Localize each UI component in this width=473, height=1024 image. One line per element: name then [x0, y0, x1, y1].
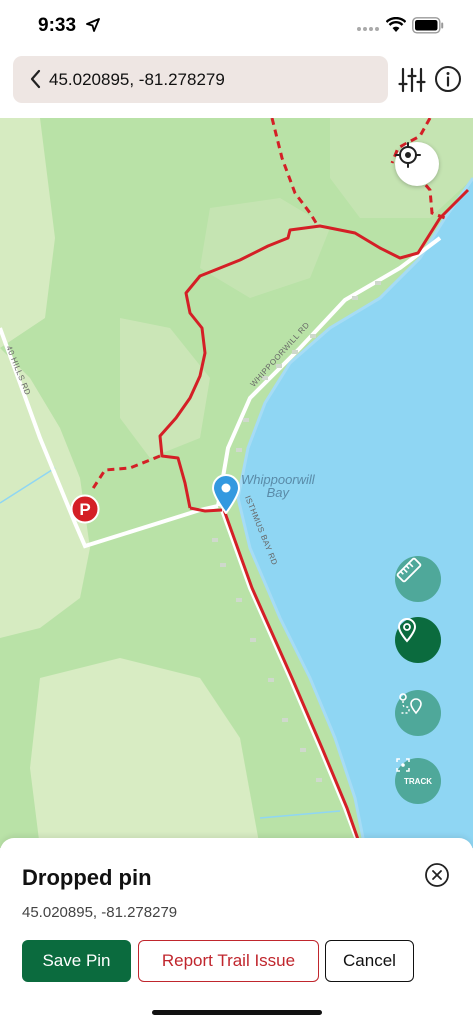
dropped-pin-sheet: Dropped pin 45.020895, -81.278279 Save P… — [0, 838, 473, 1024]
report-trail-issue-button[interactable]: Report Trail Issue — [138, 940, 319, 982]
parking-icon[interactable]: P — [70, 494, 100, 524]
sheet-coordinates: 45.020895, -81.278279 — [22, 904, 178, 921]
status-bar: 9:33 — [0, 0, 473, 52]
track-icon — [396, 758, 410, 772]
battery-icon — [412, 17, 444, 34]
status-time: 9:33 — [38, 15, 77, 36]
save-pin-button[interactable]: Save Pin — [22, 940, 131, 982]
track-button[interactable]: TRACK — [395, 758, 441, 804]
track-label: TRACK — [404, 776, 432, 786]
close-circle-icon[interactable] — [424, 862, 450, 888]
locate-me-icon — [395, 142, 421, 168]
signal-icon — [357, 27, 379, 31]
map-pin-icon[interactable] — [211, 474, 241, 514]
pin-icon — [397, 618, 417, 643]
home-indicator — [152, 1010, 322, 1015]
parking-label: P — [79, 500, 90, 519]
filter-sliders-icon[interactable] — [398, 66, 426, 94]
chevron-left-icon[interactable] — [27, 68, 45, 90]
drop-pin-button[interactable] — [395, 617, 441, 663]
map-view[interactable]: Whippoorwill Bay 40 HILLS RD WHIPPOORWIL… — [0, 118, 473, 848]
search-input[interactable]: 45.020895, -81.278279 — [13, 56, 388, 103]
info-icon[interactable] — [434, 65, 462, 93]
locate-me-button[interactable] — [395, 142, 439, 186]
location-arrow-icon — [86, 18, 100, 32]
wifi-icon — [386, 17, 406, 32]
route-icon — [399, 693, 422, 715]
search-header: 45.020895, -81.278279 — [0, 52, 473, 118]
measure-button[interactable] — [395, 556, 441, 602]
route-button[interactable] — [395, 690, 441, 736]
cancel-button[interactable]: Cancel — [325, 940, 414, 982]
ruler-icon — [396, 557, 422, 583]
sheet-title: Dropped pin — [22, 865, 152, 890]
search-coordinates[interactable]: 45.020895, -81.278279 — [49, 70, 225, 90]
